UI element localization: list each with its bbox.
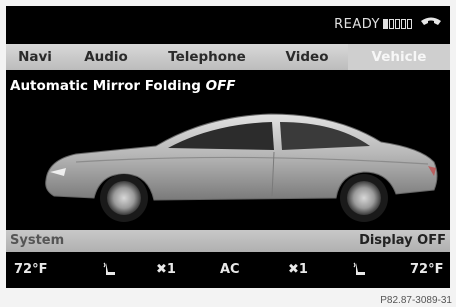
- display-off-button[interactable]: Display OFF: [359, 233, 446, 248]
- ready-indicator: READY: [334, 17, 380, 32]
- tab-navi[interactable]: Navi: [6, 44, 64, 70]
- left-temperature[interactable]: 72°F: [14, 262, 47, 277]
- signal-strength-icon: [383, 19, 412, 29]
- ac-button[interactable]: AC: [220, 262, 240, 277]
- page-title: Automatic Mirror Folding OFF: [10, 78, 236, 94]
- setting-name: Automatic Mirror Folding: [10, 78, 201, 94]
- softkey-bar: System Display OFF: [6, 230, 450, 252]
- tab-video[interactable]: Video: [266, 44, 348, 70]
- climate-bar: 72°F ✖1 AC ✖1 72°F: [6, 255, 450, 285]
- vehicle-image: [45, 113, 438, 222]
- tab-vehicle[interactable]: Vehicle: [348, 44, 450, 70]
- status-bar: READY: [6, 6, 450, 42]
- tab-telephone[interactable]: Telephone: [148, 44, 266, 70]
- system-button[interactable]: System: [10, 233, 64, 248]
- phone-handset-icon[interactable]: [420, 16, 442, 30]
- main-menu-tabs: Navi Audio Telephone Video Vehicle: [6, 44, 450, 70]
- figure-caption: P82.87-3089-31: [380, 295, 452, 306]
- seat-heat-icon[interactable]: [102, 261, 118, 277]
- right-fan-level[interactable]: ✖1: [288, 262, 308, 277]
- seat-heat-icon[interactable]: [352, 261, 368, 277]
- setting-value[interactable]: OFF: [206, 78, 236, 94]
- left-fan-level[interactable]: ✖1: [156, 262, 176, 277]
- tab-audio[interactable]: Audio: [64, 44, 148, 70]
- display-screen: READY Navi Audio Telephone Video Vehicle…: [6, 6, 450, 288]
- right-temperature[interactable]: 72°F: [410, 262, 443, 277]
